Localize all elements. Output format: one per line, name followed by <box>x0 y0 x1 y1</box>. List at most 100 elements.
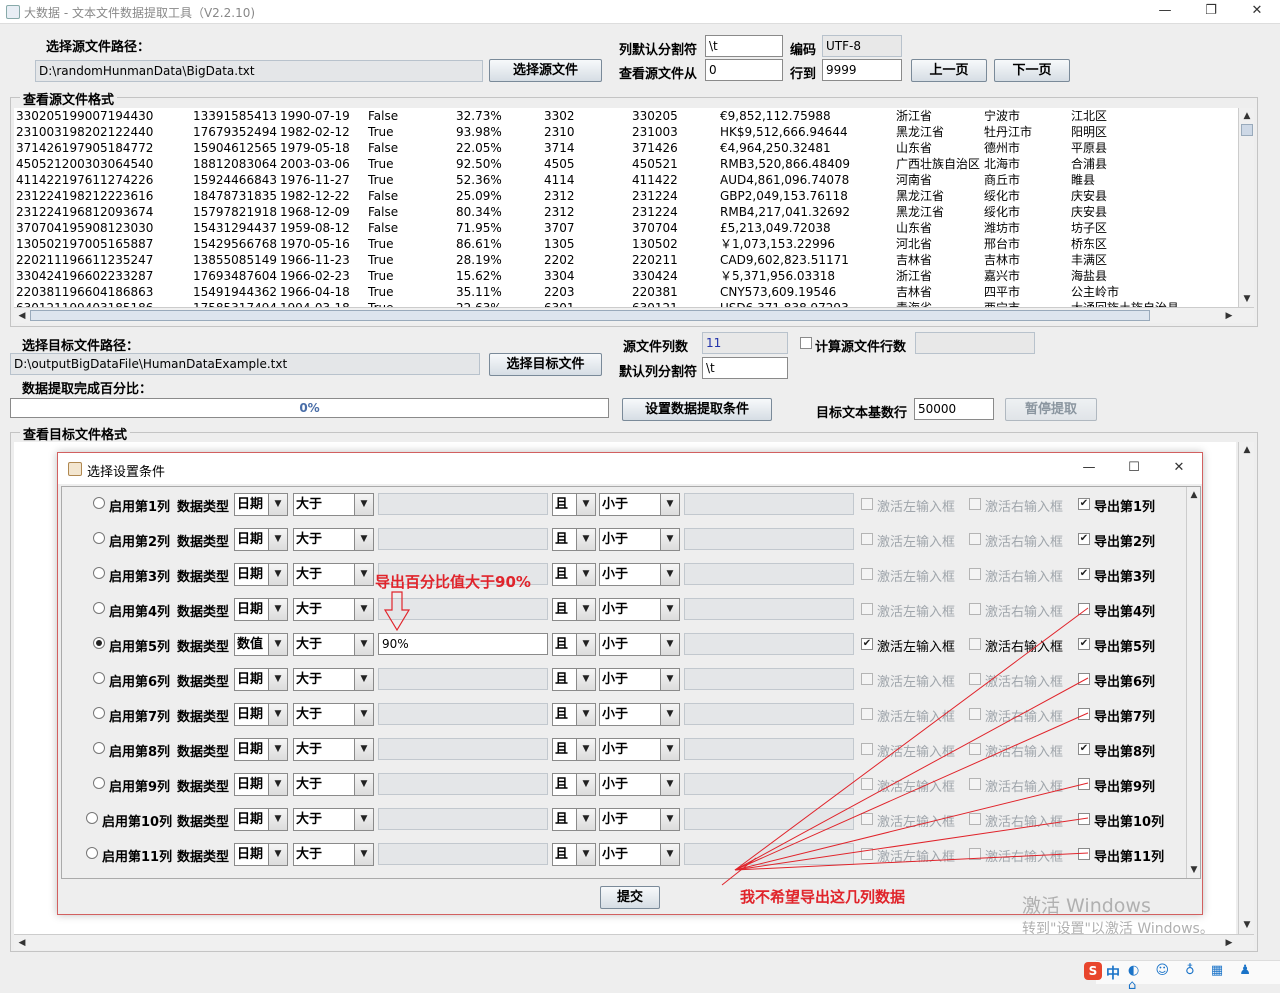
view-from-input[interactable]: 0 <box>705 59 783 81</box>
logic-select[interactable]: 且 ▼ <box>552 598 596 621</box>
chevron-down-icon[interactable]: ▼ <box>576 529 595 550</box>
ime-mode-indicator[interactable]: 中 <box>1106 963 1120 983</box>
target-delimiter-input[interactable]: \t <box>702 357 788 379</box>
activate-left-checkbox[interactable] <box>861 778 873 790</box>
table-row[interactable]: 220211196611235247 13855085149 1966-11-23 T… <box>14 252 1238 268</box>
next-page-button[interactable]: 下一页 <box>994 59 1070 82</box>
scroll-right-arrow-icon[interactable]: ▶ <box>1222 936 1236 950</box>
chevron-down-icon[interactable]: ▼ <box>354 704 373 725</box>
source-path-field[interactable]: D:\randomHunmanData\BigData.txt <box>35 60 483 82</box>
set-conditions-button[interactable]: 设置数据提取条件 <box>622 398 772 421</box>
table-row[interactable]: 231003198202122440 17679352494 1982-02-12 T… <box>14 124 1238 140</box>
export-column-checkbox[interactable] <box>1078 673 1090 685</box>
chevron-down-icon[interactable]: ▼ <box>268 809 287 830</box>
operator-right-select[interactable]: 小于 ▼ <box>599 528 680 551</box>
activate-right-checkbox[interactable] <box>969 848 981 860</box>
right-value-input[interactable] <box>684 738 854 760</box>
chevron-down-icon[interactable]: ▼ <box>660 809 679 830</box>
chevron-down-icon[interactable]: ▼ <box>660 844 679 865</box>
export-column-checkbox[interactable]: ✔ <box>1078 743 1090 755</box>
operator-left-select[interactable]: 大于 ▼ <box>293 528 374 551</box>
chevron-down-icon[interactable]: ▼ <box>354 739 373 760</box>
data-type-select[interactable]: 日期 ▼ <box>234 598 288 621</box>
chevron-down-icon[interactable]: ▼ <box>576 774 595 795</box>
chevron-down-icon[interactable]: ▼ <box>576 739 595 760</box>
chevron-down-icon[interactable]: ▼ <box>576 704 595 725</box>
chevron-down-icon[interactable]: ▼ <box>268 529 287 550</box>
dialog-vscrollbar[interactable]: ▲ ▼ <box>1186 487 1200 878</box>
chevron-down-icon[interactable]: ▼ <box>660 564 679 585</box>
data-type-select[interactable]: 日期 ▼ <box>234 563 288 586</box>
chevron-down-icon[interactable]: ▼ <box>660 739 679 760</box>
export-column-checkbox[interactable] <box>1078 603 1090 615</box>
enable-column-radio[interactable] <box>93 707 105 719</box>
chevron-down-icon[interactable]: ▼ <box>268 844 287 865</box>
activate-left-checkbox[interactable] <box>861 533 873 545</box>
enable-column-radio[interactable] <box>86 812 98 824</box>
export-column-checkbox[interactable] <box>1078 848 1090 860</box>
left-value-input[interactable] <box>378 843 548 865</box>
left-value-input[interactable] <box>378 668 548 690</box>
left-value-input[interactable] <box>378 703 548 725</box>
logic-select[interactable]: 且 ▼ <box>552 668 596 691</box>
operator-right-select[interactable]: 小于 ▼ <box>599 563 680 586</box>
activate-right-checkbox[interactable] <box>969 778 981 790</box>
table-row[interactable]: 130502197005165887 15429566768 1970-05-16 T… <box>14 236 1238 252</box>
select-target-button[interactable]: 选择目标文件 <box>489 353 602 376</box>
right-value-input[interactable] <box>684 843 854 865</box>
right-value-input[interactable] <box>684 528 854 550</box>
chevron-down-icon[interactable]: ▼ <box>354 809 373 830</box>
source-hscrollbar[interactable]: ◀ ▶ <box>14 307 1254 323</box>
chevron-down-icon[interactable]: ▼ <box>354 599 373 620</box>
operator-left-select[interactable]: 大于 ▼ <box>293 563 374 586</box>
operator-right-select[interactable]: 小于 ▼ <box>599 773 680 796</box>
view-to-input[interactable]: 9999 <box>822 59 902 81</box>
operator-right-select[interactable]: 小于 ▼ <box>599 738 680 761</box>
export-column-checkbox[interactable] <box>1078 708 1090 720</box>
submit-button[interactable]: 提交 <box>600 886 660 909</box>
chevron-down-icon[interactable]: ▼ <box>576 844 595 865</box>
chevron-down-icon[interactable]: ▼ <box>354 669 373 690</box>
scroll-up-arrow-icon[interactable]: ▲ <box>1240 109 1254 123</box>
base-rows-input[interactable]: 50000 <box>914 398 994 420</box>
dialog-minimize-button[interactable]: — <box>1066 457 1112 481</box>
logic-select[interactable]: 且 ▼ <box>552 773 596 796</box>
chevron-down-icon[interactable]: ▼ <box>660 599 679 620</box>
chevron-down-icon[interactable]: ▼ <box>268 669 287 690</box>
prev-page-button[interactable]: 上一页 <box>911 59 987 82</box>
operator-right-select[interactable]: 小于 ▼ <box>599 633 680 656</box>
close-button[interactable]: ✕ <box>1234 0 1280 24</box>
operator-left-select[interactable]: 大于 ▼ <box>293 668 374 691</box>
chevron-down-icon[interactable]: ▼ <box>354 529 373 550</box>
data-type-select[interactable]: 日期 ▼ <box>234 668 288 691</box>
table-row[interactable]: 370704195908123030 15431294437 1959-08-12 F… <box>14 220 1238 236</box>
table-row[interactable]: 330205199007194430 13391585413 1990-07-19 F… <box>14 108 1238 124</box>
chevron-down-icon[interactable]: ▼ <box>354 634 373 655</box>
left-value-input[interactable] <box>378 528 548 550</box>
table-row[interactable]: 220381196604186863 15491944362 1966-04-18 T… <box>14 284 1238 300</box>
logic-select[interactable]: 且 ▼ <box>552 843 596 866</box>
select-source-button[interactable]: 选择源文件 <box>489 59 602 82</box>
operator-right-select[interactable]: 小于 ▼ <box>599 808 680 831</box>
activate-left-checkbox[interactable] <box>861 603 873 615</box>
enable-column-radio[interactable] <box>93 567 105 579</box>
scroll-left-arrow-icon[interactable]: ◀ <box>15 936 29 950</box>
chevron-down-icon[interactable]: ▼ <box>576 809 595 830</box>
enable-column-radio[interactable] <box>93 637 105 649</box>
data-type-select[interactable]: 日期 ▼ <box>234 703 288 726</box>
source-vscrollbar[interactable]: ▲ ▼ <box>1238 108 1254 307</box>
chevron-down-icon[interactable]: ▼ <box>660 704 679 725</box>
table-row[interactable]: 371426197905184772 15904612565 1979-05-18 F… <box>14 140 1238 156</box>
activate-right-checkbox[interactable] <box>969 673 981 685</box>
activate-left-checkbox[interactable] <box>861 708 873 720</box>
activate-right-checkbox[interactable] <box>969 533 981 545</box>
right-value-input[interactable] <box>684 808 854 830</box>
table-row[interactable]: 231224196812093674 15797821918 1968-12-09 F… <box>14 204 1238 220</box>
left-value-input[interactable] <box>378 598 548 620</box>
chevron-down-icon[interactable]: ▼ <box>268 774 287 795</box>
data-type-select[interactable]: 数值 ▼ <box>234 633 288 656</box>
data-type-select[interactable]: 日期 ▼ <box>234 738 288 761</box>
chevron-down-icon[interactable]: ▼ <box>268 564 287 585</box>
chevron-down-icon[interactable]: ▼ <box>576 564 595 585</box>
right-value-input[interactable] <box>684 598 854 620</box>
